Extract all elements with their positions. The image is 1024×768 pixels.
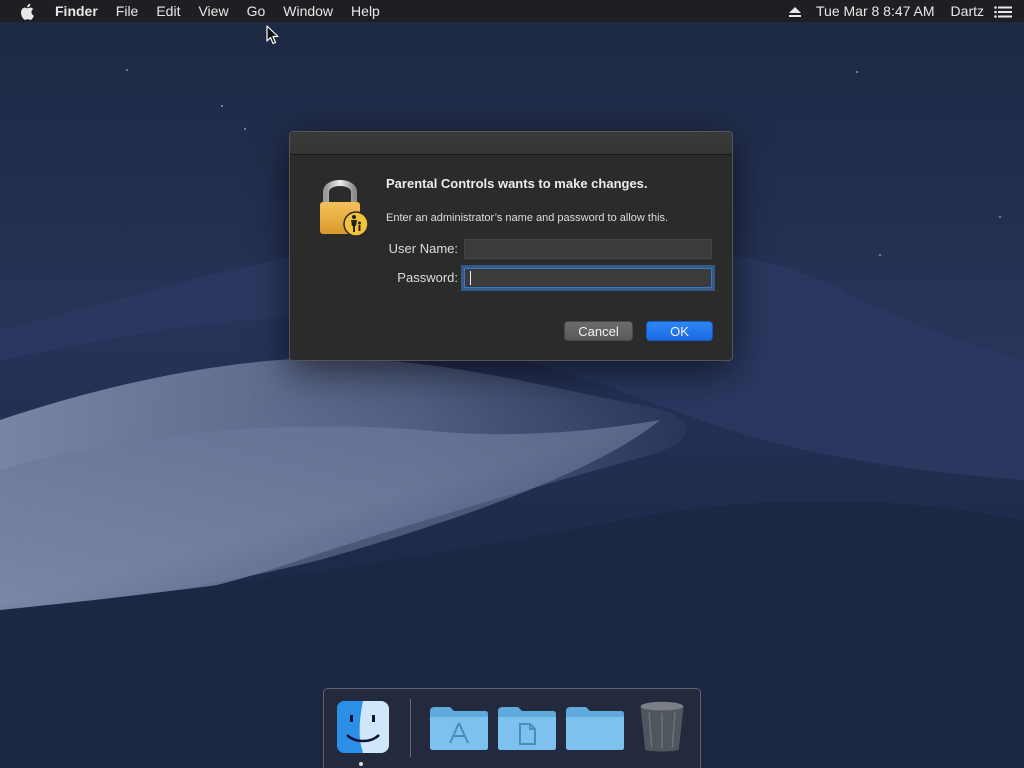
menu-edit[interactable]: Edit [147, 0, 189, 22]
dialog-title: Parental Controls wants to make changes. [386, 176, 648, 191]
dock-running-indicator [359, 762, 363, 766]
dialog-message: Enter an administrator’s name and passwo… [386, 212, 669, 224]
auth-dialog: Parental Controls wants to make changes.… [289, 131, 733, 361]
downloads-folder-icon[interactable] [564, 699, 626, 755]
finder-icon[interactable] [333, 699, 395, 755]
username-field[interactable] [464, 239, 712, 259]
menu-app-name[interactable]: Finder [46, 0, 107, 22]
text-caret [470, 271, 471, 285]
password-label: Password: [397, 270, 458, 285]
dock [323, 688, 701, 768]
menu-go[interactable]: Go [238, 0, 275, 22]
documents-folder-icon[interactable] [496, 699, 558, 755]
dialog-titlebar[interactable] [290, 132, 732, 155]
desktop: Finder File Edit View Go Window Help Tue… [0, 0, 1024, 768]
username-label: User Name: [388, 241, 458, 256]
dock-separator [410, 699, 411, 757]
menu-clock[interactable]: Tue Mar 8 8:47 AM [816, 3, 935, 19]
cancel-button[interactable]: Cancel [564, 321, 633, 341]
password-field[interactable] [464, 268, 712, 288]
mouse-cursor-icon [266, 25, 279, 45]
menu-help[interactable]: Help [342, 0, 389, 22]
trash-icon[interactable] [634, 699, 690, 755]
menu-user-name[interactable]: Dartz [951, 3, 984, 19]
menu-bar: Finder File Edit View Go Window Help Tue… [0, 0, 1024, 22]
menu-view[interactable]: View [189, 0, 237, 22]
apple-menu-icon[interactable] [20, 2, 36, 20]
menu-file[interactable]: File [107, 0, 148, 22]
applications-folder-icon[interactable] [428, 699, 490, 755]
eject-icon[interactable] [788, 5, 802, 17]
list-icon[interactable] [994, 5, 1012, 18]
ok-button[interactable]: OK [646, 321, 713, 341]
desktop-wallpaper [0, 0, 1024, 768]
menu-window[interactable]: Window [274, 0, 342, 22]
lock-icon [320, 180, 369, 237]
